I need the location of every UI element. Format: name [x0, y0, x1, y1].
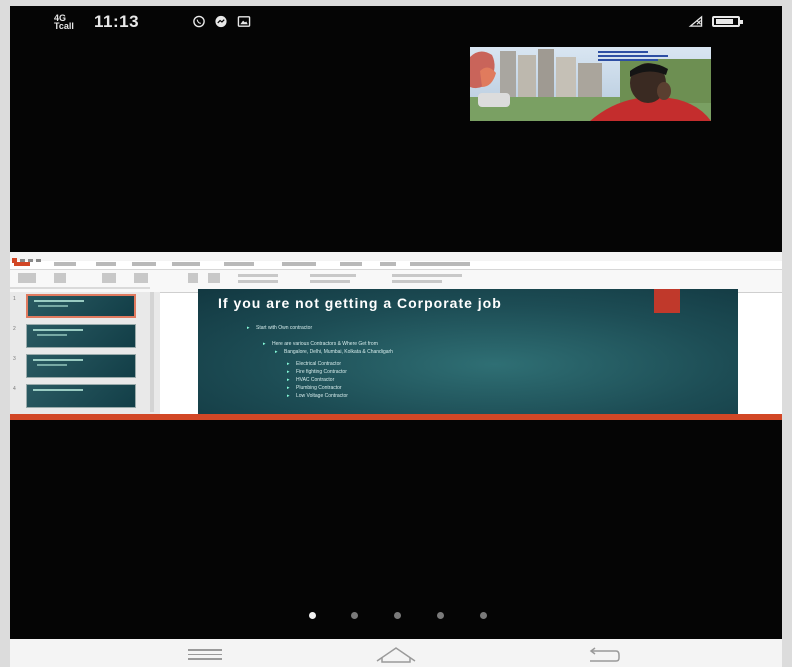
ribbon-tab[interactable]: [282, 262, 316, 266]
ribbon-button-icon[interactable]: [208, 273, 220, 283]
back-icon[interactable]: [586, 647, 620, 663]
ribbon-control[interactable]: [310, 280, 350, 283]
slide-bullet: HVAC Contractor: [287, 377, 334, 383]
ribbon-tab[interactable]: [224, 262, 254, 266]
navigation-bar: [10, 639, 782, 667]
slide-number: 2: [13, 326, 16, 332]
ribbon-button-icon[interactable]: [54, 273, 66, 283]
slide-bullet: Electrical Contractor: [287, 361, 341, 367]
page-dot[interactable]: [394, 612, 401, 619]
slide-number: 1: [13, 296, 16, 302]
page-dot[interactable]: [309, 612, 316, 619]
slide-thumbnail[interactable]: [26, 354, 136, 378]
ribbon-control[interactable]: [238, 280, 278, 283]
slide-title: If you are not getting a Corporate job: [218, 295, 502, 311]
menu-icon[interactable]: [188, 649, 222, 663]
ribbon-button-icon[interactable]: [134, 273, 148, 283]
whatsapp-icon: [193, 15, 205, 28]
page-dot[interactable]: [351, 612, 358, 619]
battery-level: [716, 19, 733, 24]
slide-bullet: Plumbing Contractor: [287, 385, 341, 391]
page-dot[interactable]: [437, 612, 444, 619]
page-indicator: [10, 612, 782, 622]
ribbon-tab[interactable]: [380, 262, 396, 266]
ribbon-button-icon[interactable]: [102, 273, 116, 283]
file-tab[interactable]: [14, 262, 30, 266]
slide-accent-block: [654, 289, 680, 313]
thumbnail-scrollbar[interactable]: [150, 292, 154, 412]
slide-bullet: Start with Own contractor: [247, 325, 312, 331]
gallery-icon: [237, 16, 251, 27]
app-title-bar: [10, 252, 782, 263]
camera-feed-image: [470, 47, 711, 121]
ribbon-control[interactable]: [392, 274, 462, 277]
slide-bullet: Fire fighting Contractor: [287, 369, 347, 375]
ribbon-tab[interactable]: [132, 262, 156, 266]
ribbon-tabs: [10, 261, 782, 270]
clock: 11:13: [94, 12, 140, 31]
signal-indicator: 4G Tcall: [54, 14, 74, 31]
slide-thumbnail-pane: 1 2 3 4: [10, 292, 160, 414]
slide-thumbnail[interactable]: [26, 324, 136, 348]
messenger-icon: [215, 15, 227, 28]
slide-bullet: Here are various Contractors & Where Get…: [263, 341, 378, 347]
ribbon-button-icon[interactable]: [188, 273, 198, 283]
slide-bullet: Bangalore, Delhi, Mumbai, Kolkata & Chan…: [275, 349, 393, 355]
battery-icon: [712, 16, 743, 27]
status-bar: 4G Tcall 11:13: [10, 10, 782, 32]
ribbon-tab[interactable]: [54, 262, 76, 266]
ribbon-control[interactable]: [238, 274, 278, 277]
slide-bullet: Low Voltage Contractor: [287, 393, 348, 399]
ribbon-control[interactable]: [392, 280, 442, 283]
slide-number: 4: [13, 386, 16, 392]
paste-icon[interactable]: [18, 273, 36, 283]
page-dot[interactable]: [480, 612, 487, 619]
app-status-bar: [10, 414, 782, 420]
self-camera-preview[interactable]: [470, 47, 711, 121]
shared-screen: 1 2 3 4 If you are not getting a Corpora…: [10, 252, 782, 420]
slide-thumbnail[interactable]: [26, 294, 136, 318]
slide-thumbnail[interactable]: [26, 384, 136, 408]
current-slide[interactable]: If you are not getting a Corporate job S…: [198, 289, 738, 415]
no-signal-icon: [688, 15, 703, 27]
ribbon-tab[interactable]: [172, 262, 200, 266]
ribbon-group-labels: [10, 287, 150, 289]
phone-screen: 4G Tcall 11:13 1 2 3 4 If you are not ge…: [10, 6, 782, 639]
slide-number: 3: [13, 356, 16, 362]
ribbon-tab[interactable]: [410, 262, 470, 266]
home-icon[interactable]: [374, 645, 418, 663]
signal-label: Tcall: [54, 21, 74, 31]
ribbon-control[interactable]: [310, 274, 356, 277]
ribbon-tab[interactable]: [96, 262, 116, 266]
ribbon-tab[interactable]: [340, 262, 362, 266]
